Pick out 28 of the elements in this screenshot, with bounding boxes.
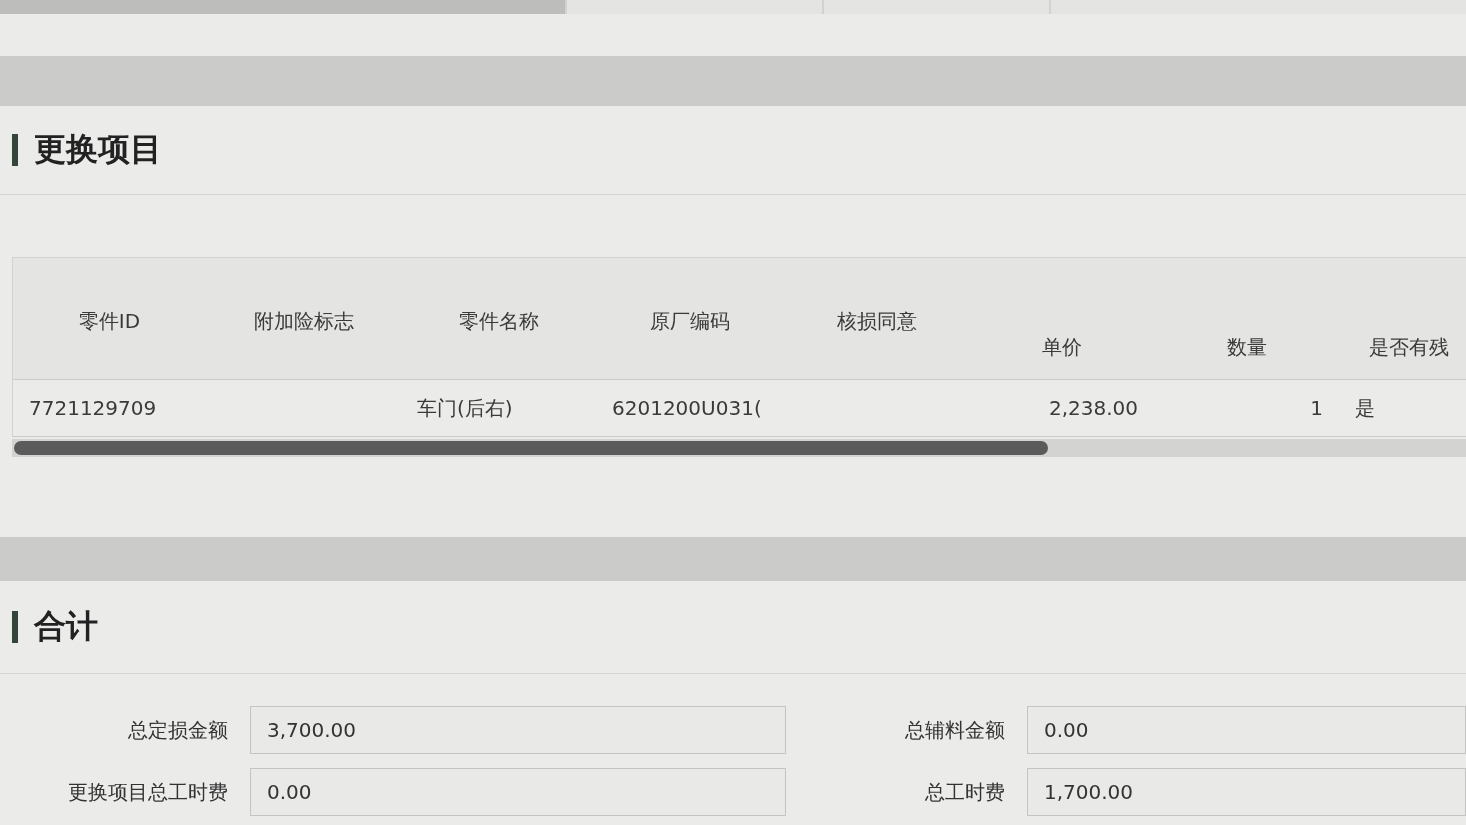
section-accent-bar (12, 611, 18, 643)
amount-field[interactable]: 3,700.00 (250, 706, 786, 754)
table-cell: 是 (1355, 394, 1375, 422)
amount-field[interactable]: 1,700.00 (1027, 768, 1466, 816)
field-label: 总定损金额 (128, 716, 228, 744)
section-title: 合计 (34, 606, 98, 647)
table-cell: 车门(后右) (417, 394, 513, 422)
column-header: 附加险标志 (253, 308, 354, 335)
horizontal-scrollbar[interactable] (12, 439, 1466, 457)
field-label: 总工时费 (925, 778, 1005, 806)
table-cell: 2,238.00 (1048, 396, 1138, 420)
field-label: 总辅料金额 (905, 716, 1005, 744)
amount-field[interactable]: 0.00 (1027, 706, 1466, 754)
amount-field[interactable]: 0.00 (250, 768, 786, 816)
table-cell: 6201200U031( (612, 396, 762, 420)
column-header: 单价 (1041, 334, 1082, 361)
column-header: 数量 (1226, 334, 1267, 361)
field-label: 更换项目总工时费 (68, 778, 228, 806)
section-title: 更换项目 (34, 129, 162, 170)
scrollbar-thumb[interactable] (14, 441, 1048, 455)
column-header: 零件ID (78, 308, 141, 335)
column-header: 核损同意 (836, 308, 917, 335)
table-cell: 1 (1310, 396, 1323, 420)
column-header: 原厂编码 (650, 308, 730, 335)
column-header: 零件名称 (458, 308, 539, 335)
section-accent-bar (12, 134, 18, 166)
table-cell: 7721129709 (29, 396, 157, 420)
column-header: 是否有残 (1369, 334, 1449, 361)
